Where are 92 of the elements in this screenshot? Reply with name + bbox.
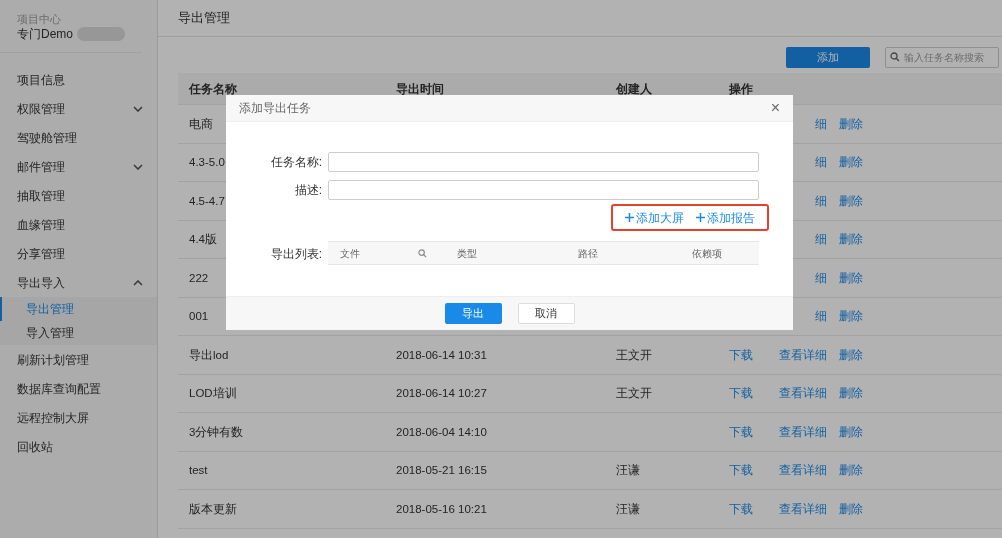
table-cell: 王文开	[616, 387, 652, 400]
table-cell: 王文开	[616, 348, 652, 361]
table-cell: 汪谦	[616, 502, 640, 515]
delete-link[interactable]: 删除	[839, 345, 863, 364]
table-cell: 导出lod	[189, 348, 229, 361]
column-header: 依赖项	[692, 246, 722, 261]
add-link[interactable]: 添加报告	[696, 208, 755, 227]
table-cell: 4.5-4.7	[189, 194, 225, 207]
delete-link[interactable]: 删除	[839, 422, 863, 441]
sidebar-item[interactable]: 刷新计划管理	[0, 345, 157, 374]
column-header: 文件	[340, 246, 360, 261]
details-link[interactable]: 细	[815, 307, 827, 326]
details-link[interactable]: 细	[815, 191, 827, 210]
sidebar-item[interactable]: 血缘管理	[0, 210, 157, 239]
table-cell: 4.4版	[189, 233, 217, 246]
text-input[interactable]	[328, 180, 759, 200]
details-link[interactable]: 细	[815, 268, 827, 287]
sidebar-item[interactable]: 数据库查询配置	[0, 374, 157, 403]
table-cell: 2018-06-04 14:10	[396, 425, 487, 438]
search-icon	[418, 248, 427, 258]
table-cell: 2018-05-21 16:15	[396, 464, 487, 477]
details-link[interactable]: 查看详细	[779, 384, 827, 403]
sidebar-item[interactable]: 权限管理	[0, 94, 157, 123]
table-cell: 3分钟有数	[189, 425, 244, 438]
table-cell: 2018-05-16 10:21	[396, 502, 487, 515]
add-link[interactable]: 添加大屏	[625, 208, 684, 227]
download-link[interactable]: 下载	[729, 422, 753, 441]
table-cell: LOD培训	[189, 387, 237, 400]
sidebar-item[interactable]: 抽取管理	[0, 181, 157, 210]
column-header: 路径	[578, 246, 598, 261]
delete-link[interactable]: 删除	[839, 268, 863, 287]
close-button[interactable]: ×	[770, 100, 780, 116]
search-icon	[890, 52, 900, 62]
sidebar-item[interactable]: 驾驶舱管理	[0, 123, 157, 152]
delete-link[interactable]: 删除	[839, 461, 863, 480]
plus-icon	[696, 213, 705, 222]
sidebar-item[interactable]: 分享管理	[0, 239, 157, 268]
project-name: 专门Demo	[17, 26, 73, 42]
sidebar-item[interactable]: 邮件管理	[0, 152, 157, 181]
details-link[interactable]: 查看详细	[779, 499, 827, 518]
table-cell: 2018-06-14 10:27	[396, 387, 487, 400]
text-input[interactable]	[328, 152, 759, 172]
delete-link[interactable]: 删除	[839, 114, 863, 133]
column-header: 导出时间	[396, 81, 444, 96]
field-label: 描述:	[294, 182, 322, 199]
download-link[interactable]: 下载	[729, 461, 753, 480]
sidebar-subitem[interactable]: 导入管理	[0, 321, 157, 345]
table-cell: 222	[189, 271, 209, 284]
table-cell: 2018-06-14 10:31	[396, 348, 487, 361]
details-link[interactable]: 细	[815, 230, 827, 249]
delete-link[interactable]: 删除	[839, 153, 863, 172]
download-link[interactable]: 下载	[729, 384, 753, 403]
details-link[interactable]: 细	[815, 114, 827, 133]
table-cell: 汪谦	[616, 464, 640, 477]
field-label: 任务名称:	[270, 154, 322, 171]
table-cell: 4.3-5.0	[189, 156, 225, 169]
chevron-up-icon	[133, 279, 143, 286]
table-cell: test	[189, 464, 208, 477]
delete-link[interactable]: 删除	[839, 191, 863, 210]
column-header: 任务名称	[189, 81, 237, 96]
table-cell: 版本更新	[189, 502, 237, 515]
search-field[interactable]: 输入任务名称搜索	[885, 47, 999, 68]
table-cell: 电商	[189, 117, 213, 130]
page-title: 导出管理	[178, 9, 230, 28]
plus-icon	[625, 213, 634, 222]
column-header: 操作	[729, 81, 753, 96]
cancel-button[interactable]: 取消	[517, 303, 575, 324]
field-label: 导出列表:	[270, 246, 322, 263]
delete-link[interactable]: 删除	[839, 499, 863, 518]
sidebar-item[interactable]: 回收站	[0, 432, 157, 461]
dialog-title: 添加导出任务	[239, 100, 311, 117]
delete-link[interactable]: 删除	[839, 230, 863, 249]
details-link[interactable]: 查看详细	[779, 422, 827, 441]
export-button[interactable]: 导出	[444, 303, 502, 324]
chevron-down-icon	[133, 163, 143, 170]
add-button[interactable]: 添加	[786, 47, 870, 68]
chevron-down-icon	[133, 105, 143, 112]
sidebar-item[interactable]: 导出导入	[0, 268, 157, 297]
sidebar-item[interactable]: 远程控制大屏	[0, 403, 157, 432]
sidebar-subitem[interactable]: 导出管理	[0, 297, 157, 321]
column-header: 创建人	[616, 81, 652, 96]
column-header: 类型	[457, 246, 477, 261]
delete-link[interactable]: 删除	[839, 384, 863, 403]
sidebar-item[interactable]: 项目信息	[0, 65, 157, 94]
download-link[interactable]: 下载	[729, 499, 753, 518]
delete-link[interactable]: 删除	[839, 307, 863, 326]
project-center-label: 项目中心	[17, 12, 62, 26]
table-cell: 001	[189, 310, 209, 323]
details-link[interactable]: 查看详细	[779, 461, 827, 480]
details-link[interactable]: 细	[815, 153, 827, 172]
download-link[interactable]: 下载	[729, 345, 753, 364]
details-link[interactable]: 查看详细	[779, 345, 827, 364]
